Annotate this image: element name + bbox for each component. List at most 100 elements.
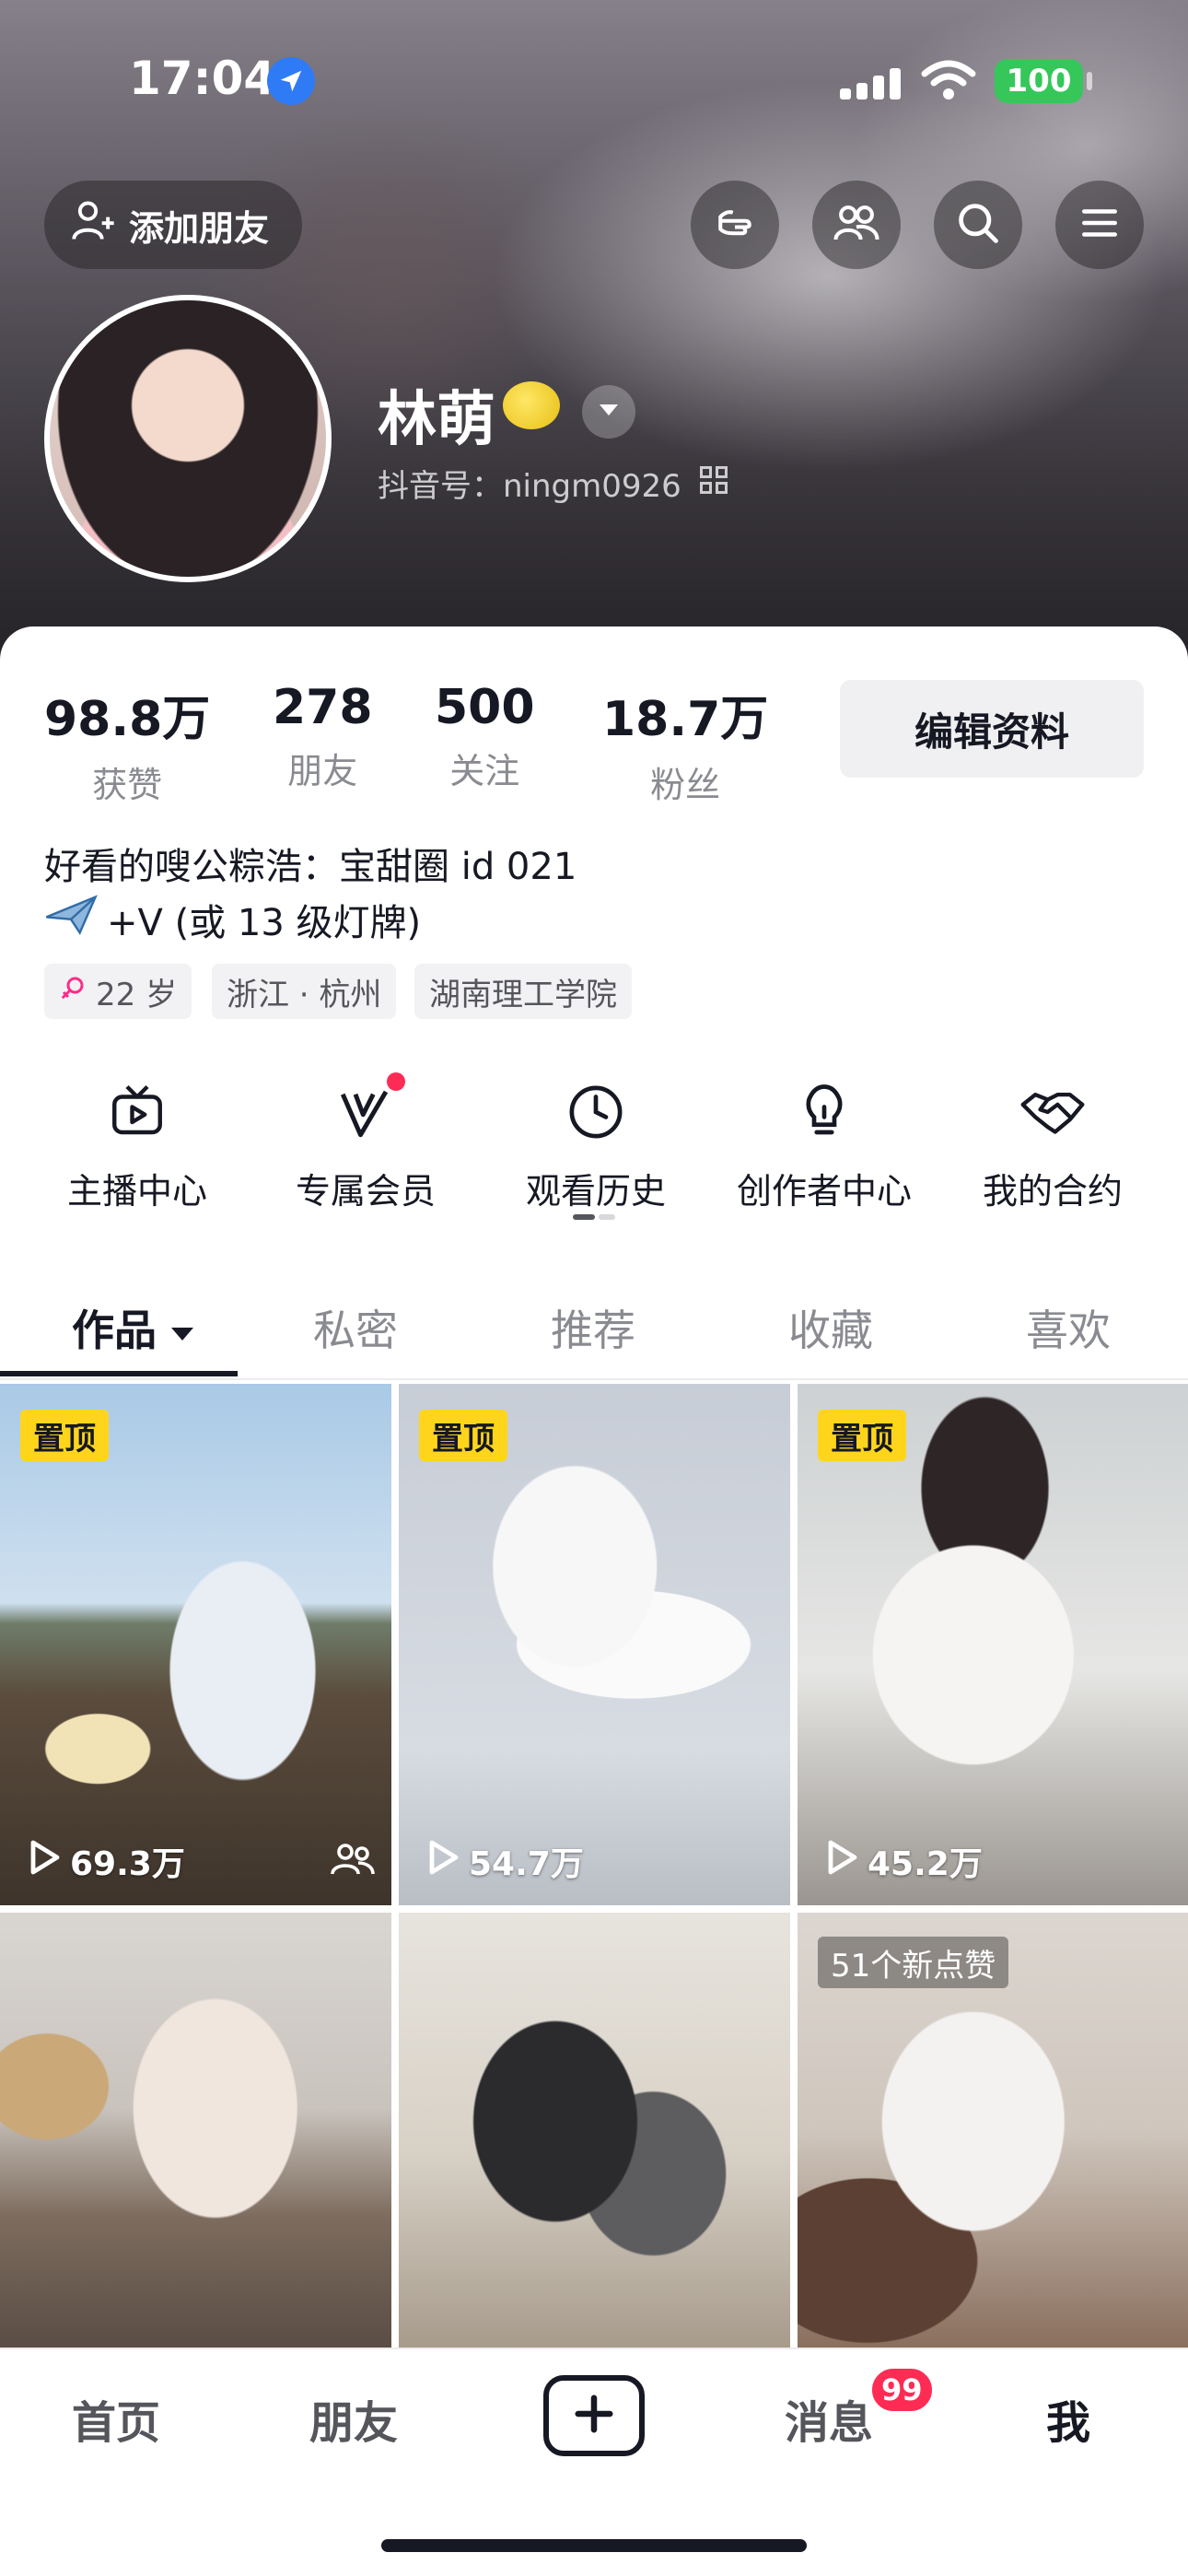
tab-recommend[interactable]: 推荐	[551, 1297, 635, 1358]
gesture-button[interactable]	[691, 181, 779, 269]
shortcut-creator-center[interactable]: 创作者中心	[718, 1078, 930, 1213]
stat-value: 500	[435, 680, 535, 735]
add-person-icon	[70, 197, 118, 253]
nav-messages[interactable]: 消息	[785, 2386, 873, 2451]
tab-divider	[0, 1378, 1188, 1380]
search-button[interactable]	[934, 181, 1022, 269]
stat-value: 278	[273, 680, 373, 735]
group-icon	[832, 198, 881, 252]
tv-icon	[103, 1078, 171, 1146]
clock-icon	[562, 1078, 630, 1146]
play-count-text: 45.2万	[868, 1845, 983, 1883]
tab-label: 作品	[72, 1306, 157, 1355]
profile-name: 林萌	[378, 386, 495, 454]
douyin-id[interactable]: 抖音号：ningm0926	[378, 461, 681, 506]
post-thumbnail[interactable]	[399, 1913, 790, 2348]
female-icon	[59, 973, 87, 1010]
tag-age: 22 岁	[44, 964, 192, 1019]
battery-tip	[1087, 72, 1092, 90]
nav-home[interactable]: 首页	[72, 2386, 160, 2451]
airplane-icon	[44, 892, 98, 947]
account-switch-button[interactable]	[582, 385, 635, 439]
shortcut-label: 创作者中心	[736, 1171, 912, 1212]
add-friend-button[interactable]: 添加朋友	[44, 181, 302, 269]
play-icon	[28, 1839, 61, 1884]
edit-profile-button[interactable]: 编辑资料	[840, 680, 1144, 778]
shortcut-label: 主播中心	[66, 1171, 207, 1212]
qr-code-icon[interactable]	[700, 466, 728, 494]
bio-line: 好看的嗖公粽浩：宝甜圈 id 021	[44, 846, 577, 888]
stat-following[interactable]: 500 关注	[435, 680, 535, 793]
triangle-down-icon	[598, 403, 620, 421]
shortcut-label: 专属会员	[295, 1171, 436, 1212]
post-thumbnail[interactable]: 51个新点赞	[798, 1913, 1188, 2348]
add-friend-label: 添加朋友	[129, 207, 270, 249]
vip-v-icon	[332, 1072, 405, 1146]
play-count: 69.3万	[28, 1837, 185, 1885]
pinned-badge: 置顶	[818, 1410, 906, 1461]
location-arrow-icon	[267, 57, 315, 105]
lightbulb-icon	[790, 1078, 858, 1146]
nav-me[interactable]: 我	[1046, 2386, 1090, 2451]
stat-value: 18.7万	[602, 692, 769, 747]
play-icon	[825, 1839, 858, 1884]
status-time: 17:04	[129, 52, 276, 105]
play-count-text: 69.3万	[70, 1845, 185, 1883]
tab-favorites[interactable]: 收藏	[788, 1297, 873, 1358]
menu-button[interactable]	[1055, 181, 1144, 269]
play-count: 45.2万	[825, 1837, 983, 1885]
cellular-signal-icon	[840, 66, 904, 100]
shortcut-contract[interactable]: 我的合约	[947, 1078, 1159, 1213]
handshake-icon	[1019, 1078, 1087, 1146]
post-thumbnail[interactable]: 置顶 54.7万	[399, 1384, 790, 1905]
fans-group-button[interactable]	[812, 181, 901, 269]
messages-badge: 99	[869, 2366, 935, 2414]
play-count: 54.7万	[426, 1837, 584, 1885]
triangle-down-icon	[169, 1303, 195, 1352]
wifi-icon	[921, 59, 976, 105]
bio-line-2: +V (或 13 级灯牌)	[44, 892, 421, 947]
stat-likes[interactable]: 98.8万 获赞	[44, 680, 210, 807]
nav-friends[interactable]: 朋友	[309, 2386, 398, 2451]
shortcut-history[interactable]: 观看历史	[490, 1078, 702, 1213]
new-likes-badge: 51个新点赞	[818, 1937, 1009, 1988]
pointing-hand-icon	[710, 198, 760, 252]
stat-label: 朋友	[287, 751, 358, 791]
hamburger-menu-icon	[1077, 200, 1123, 250]
create-post-button[interactable]	[543, 2375, 645, 2456]
post-thumbnail[interactable]: 置顶 69.3万	[0, 1384, 391, 1905]
shortcut-page-indicator	[573, 1214, 617, 1220]
tab-private[interactable]: 私密	[313, 1297, 398, 1358]
friends-visible-icon	[331, 1841, 375, 1881]
shortcut-label: 观看历史	[525, 1171, 666, 1212]
shortcut-vip[interactable]: 专属会员	[260, 1072, 472, 1213]
play-count-text: 54.7万	[469, 1845, 584, 1883]
plus-icon	[573, 2393, 615, 2439]
tab-works[interactable]: 作品	[72, 1297, 195, 1358]
stat-friends[interactable]: 278 朋友	[273, 680, 373, 793]
tab-likes[interactable]: 喜欢	[1026, 1297, 1111, 1358]
bio-line-text: +V (或 13 级灯牌)	[107, 902, 422, 944]
active-tab-indicator	[0, 1371, 238, 1376]
stat-label: 粉丝	[650, 765, 721, 805]
pinned-badge: 置顶	[419, 1410, 507, 1461]
home-indicator	[381, 2539, 807, 2552]
stat-label: 获赞	[92, 765, 163, 805]
search-icon	[954, 199, 1002, 251]
lemon-icon	[503, 381, 560, 429]
battery-indicator: 100	[995, 59, 1083, 103]
tag-age-text: 22 岁	[96, 976, 178, 1013]
avatar[interactable]	[44, 295, 332, 582]
pinned-badge: 置顶	[20, 1410, 109, 1461]
shortcut-label: 我的合约	[982, 1171, 1123, 1212]
play-icon	[426, 1839, 460, 1884]
post-thumbnail[interactable]: 置顶 45.2万	[798, 1384, 1188, 1905]
tag-location: 浙江 · 杭州	[212, 964, 397, 1019]
post-thumbnail[interactable]	[0, 1913, 391, 2348]
stat-value: 98.8万	[44, 692, 211, 747]
notification-dot	[387, 1072, 405, 1091]
stat-label: 关注	[449, 751, 520, 791]
tag-school: 湖南理工学院	[414, 964, 632, 1019]
stat-followers[interactable]: 18.7万 粉丝	[602, 680, 768, 807]
shortcut-live-center[interactable]: 主播中心	[31, 1078, 243, 1213]
